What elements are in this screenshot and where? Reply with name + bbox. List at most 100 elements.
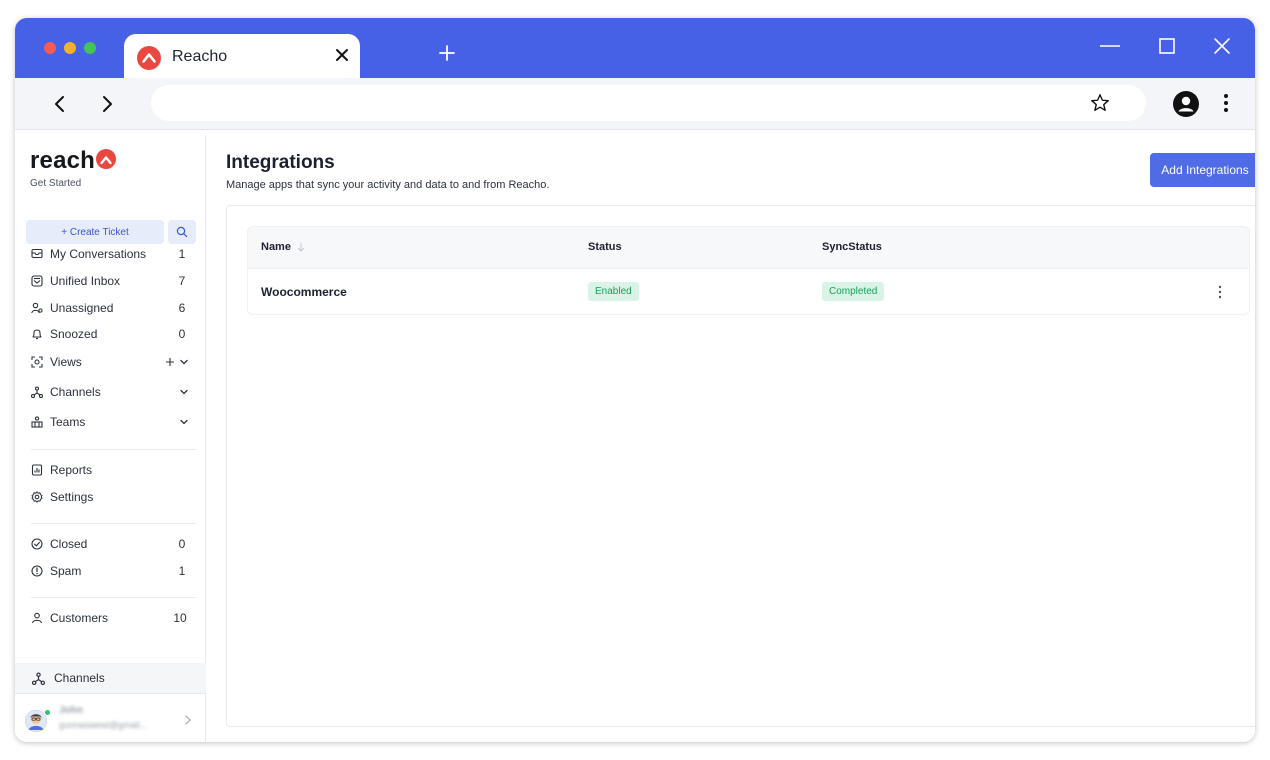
tab-bar: Reacho [15,18,1255,78]
inbox-icon [31,275,43,287]
sidebar-item-count: 0 [178,327,186,341]
maximize-icon[interactable] [1155,34,1179,58]
sidebar-item-channels[interactable]: Channels [31,381,189,403]
reports-icon [31,464,43,476]
sidebar-item-label: My Conversations [50,247,147,261]
column-header-name[interactable]: Name [261,241,305,253]
sidebar-item-count: 7 [178,274,186,288]
browser-tab[interactable]: Reacho [124,34,360,78]
sidebar-item-settings[interactable]: Settings [31,486,189,508]
brand-logo[interactable]: reach [30,147,117,175]
sort-arrow-icon[interactable] [297,242,305,252]
user-email: gunnasiaewi@gmail... [59,720,148,730]
integrations-table: Name Status SyncStatus Woocommerce Enabl… [247,226,1250,315]
search-icon [176,226,188,238]
profile-icon[interactable] [1173,91,1199,117]
sidebar-item-count: 6 [178,301,186,315]
status-badge: Enabled [588,282,639,301]
snooze-icon [32,329,42,340]
unassigned-icon [31,302,43,314]
bottom-channels-link[interactable]: Channels [15,663,206,693]
maximize-window-dot[interactable] [84,42,96,54]
user-profile[interactable]: John gunnasiaewi@gmail... [15,693,206,742]
browser-toolbar [15,78,1255,130]
create-ticket-button[interactable]: + Create Ticket [26,220,164,244]
tab-title: Reacho [172,48,228,65]
search-button[interactable] [168,220,196,244]
column-header-label: SyncStatus [822,241,882,253]
sidebar: reach Get Started + Create Ticket My Con… [15,135,206,742]
minimize-window-dot[interactable] [64,42,76,54]
browser-menu-icon[interactable] [1218,92,1234,114]
sidebar-item-label: Spam [50,564,82,578]
sync-status-badge: Completed [822,282,885,301]
sidebar-item-views[interactable]: Views [31,351,189,373]
row-menu-icon[interactable] [1213,284,1227,300]
online-status-dot [44,709,51,716]
browser-window: Reacho reach Get Started + Create Ticket… [15,18,1255,742]
new-tab-icon[interactable] [435,41,459,70]
sidebar-item-reports[interactable]: Reports [31,459,189,481]
sidebar-item-label: Unassigned [50,301,114,315]
bookmark-star-icon[interactable] [1089,92,1111,114]
sidebar-item-snoozed[interactable]: Snoozed 0 [31,323,189,345]
sidebar-item-label: Reports [50,463,93,477]
sidebar-item-my-conversations[interactable]: My Conversations 1 [31,243,189,265]
window-traffic-lights [44,42,96,54]
sidebar-item-closed[interactable]: Closed 0 [31,533,189,555]
sidebar-item-label: Channels [50,385,101,399]
column-header-status: Status [588,241,622,253]
sidebar-item-customers[interactable]: Customers 10 [31,607,189,629]
sidebar-item-count: 1 [178,247,186,261]
bottom-channels-label: Channels [54,671,105,685]
channels-icon [32,671,45,685]
chevron-right-icon[interactable] [183,714,193,726]
chevron-down-icon[interactable] [179,357,189,367]
spam-icon [31,565,43,577]
page-title: Integrations [226,152,335,173]
column-header-label: Name [261,241,291,253]
sidebar-item-label: Settings [50,490,94,504]
back-arrow-icon[interactable] [48,92,72,116]
brand-name: reach [30,147,96,174]
channels-icon [31,386,43,398]
brand-mark-icon [96,149,117,169]
sidebar-divider [31,597,196,598]
minimize-icon[interactable] [1098,34,1122,58]
close-tab-icon[interactable] [332,45,352,65]
integration-name: Woocommerce [261,285,347,299]
views-icon [31,356,43,368]
sidebar-item-label: Teams [50,415,86,429]
customer-icon [31,612,43,624]
sidebar-item-count: 0 [178,537,186,551]
sidebar-item-label: Views [50,355,82,369]
chevron-down-icon[interactable] [179,387,189,397]
add-integrations-button[interactable]: Add Integrations [1150,153,1255,187]
sidebar-item-unified-inbox[interactable]: Unified Inbox 7 [31,270,189,292]
column-header-label: Status [588,241,622,253]
integrations-panel: Name Status SyncStatus Woocommerce Enabl… [226,205,1255,727]
sidebar-divider [31,523,196,524]
sidebar-item-label: Unified Inbox [50,274,121,288]
views-actions [165,357,189,367]
app-root: reach Get Started + Create Ticket My Con… [15,135,1255,742]
conversations-icon [31,248,43,259]
get-started-link[interactable]: Get Started [30,178,81,189]
sidebar-item-count: 1 [178,564,186,578]
address-bar[interactable] [151,85,1146,121]
sidebar-item-count: 10 [173,611,187,625]
sidebar-item-unassigned[interactable]: Unassigned 6 [31,297,189,319]
close-icon[interactable] [1210,34,1234,58]
main-content: Integrations Manage apps that sync your … [206,135,1255,742]
sidebar-item-teams[interactable]: Teams [31,411,189,433]
chevron-down-icon[interactable] [179,417,189,427]
column-header-sync-status: SyncStatus [822,241,882,253]
settings-icon [31,491,43,503]
close-window-dot[interactable] [44,42,56,54]
forward-arrow-icon[interactable] [95,92,119,116]
reacho-logo-icon [137,46,161,70]
sidebar-item-spam[interactable]: Spam 1 [31,560,189,582]
user-name: John [59,705,83,716]
add-view-icon[interactable] [165,357,175,367]
table-row[interactable]: Woocommerce Enabled Completed [248,268,1249,314]
